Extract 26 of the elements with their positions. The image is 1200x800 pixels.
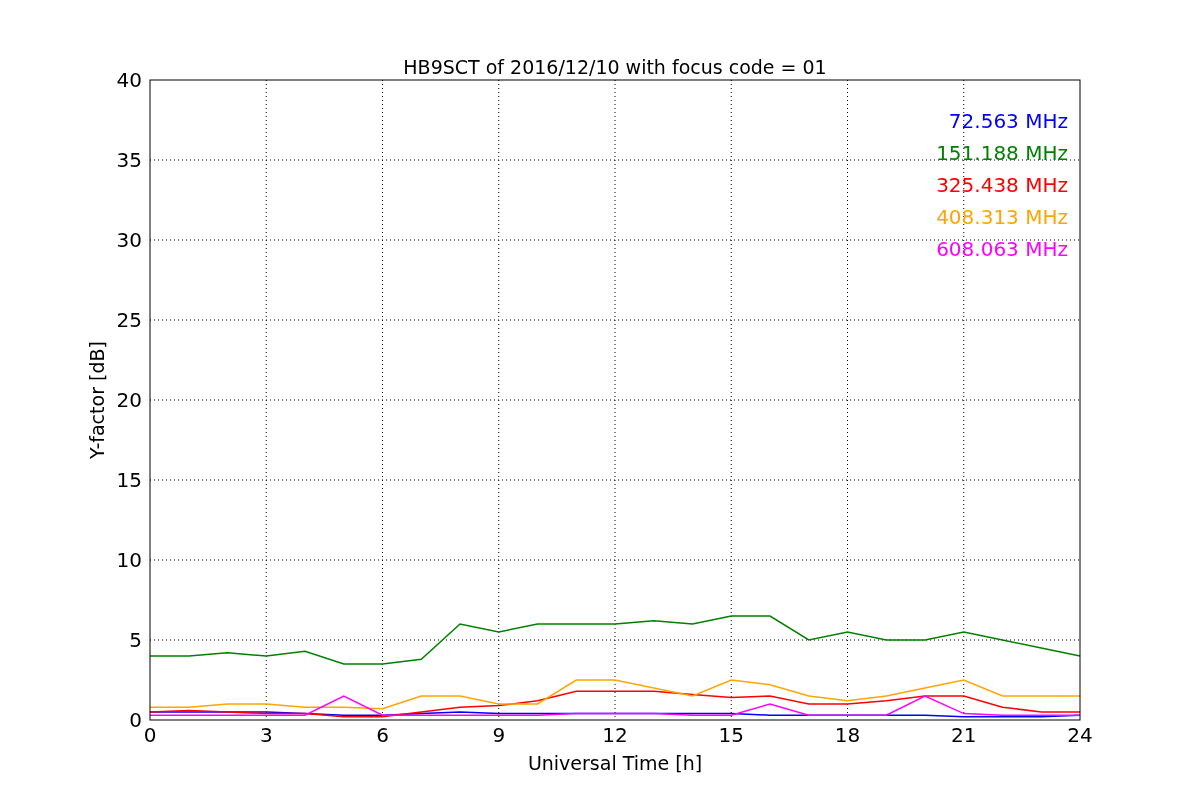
legend-label: 408.313 MHz [936,205,1068,229]
tick-label: 5 [129,628,142,652]
tick-label: 40 [116,68,142,92]
tick-label: 3 [259,723,273,747]
tick-label: 20 [116,388,142,412]
legend-label: 151.188 MHz [936,141,1068,165]
tick-label: 21 [951,723,977,747]
tick-label: 25 [116,308,142,332]
tick-label: 12 [602,723,628,747]
tick-label: 35 [116,148,142,172]
tick-label: 30 [116,228,142,252]
tick-label: 9 [492,723,506,747]
legend-label: 325.438 MHz [936,173,1068,197]
tick-label: 15 [718,723,744,747]
legend-label: 608.063 MHz [936,237,1068,261]
tick-label: 15 [116,468,142,492]
tick-label: 0 [129,708,142,732]
chart-title: HB9SCT of 2016/12/10 with focus code = 01 [403,56,827,78]
tick-label: 0 [143,723,157,747]
tick-label: 18 [834,723,861,747]
tick-label: 6 [376,723,389,747]
x-axis-label: Universal Time [h] [527,752,703,774]
y-axis-label: Y-factor [dB] [86,341,108,459]
legend-label: 72.563 MHz [948,109,1068,133]
tick-label: 24 [1067,723,1093,747]
tick-label: 10 [116,548,142,572]
